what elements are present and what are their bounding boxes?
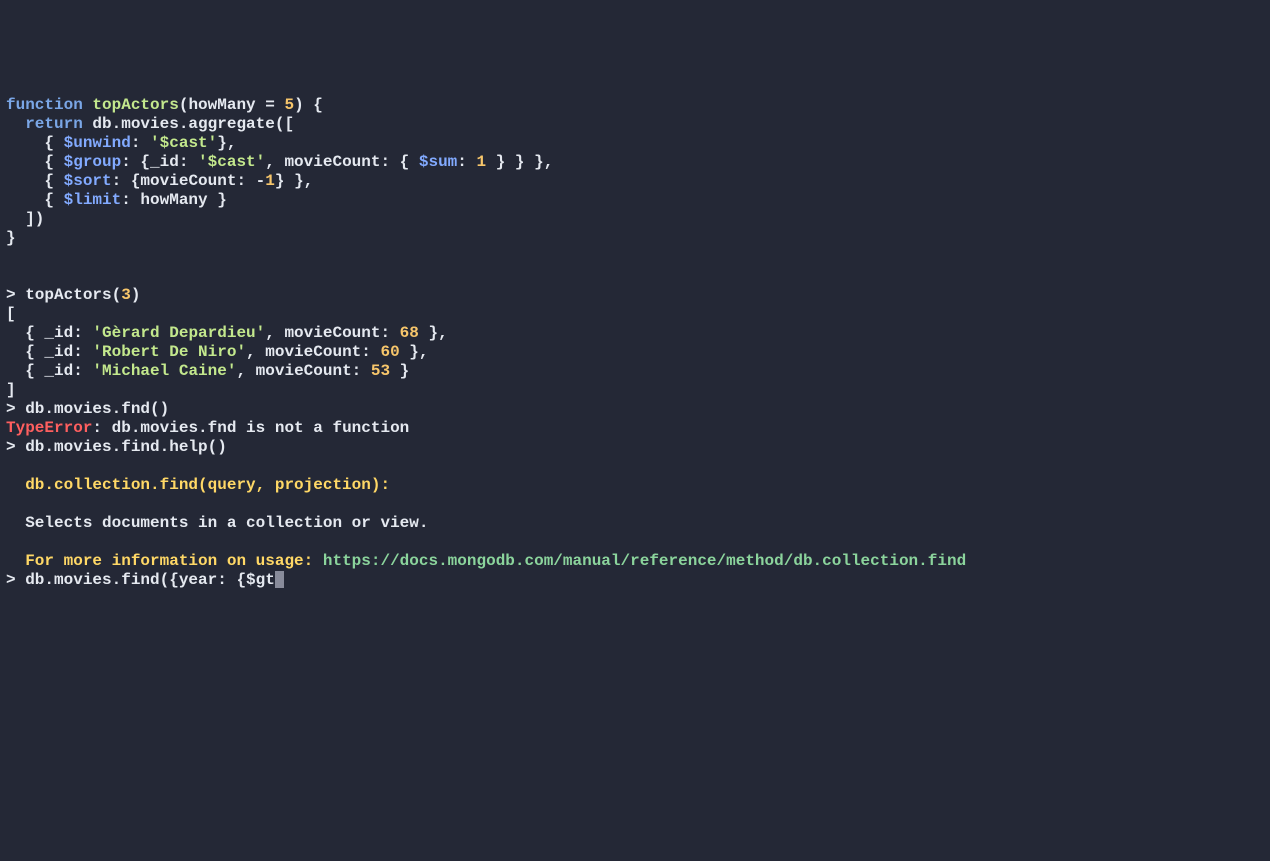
result-close: ] [6,381,16,399]
row-name: 'Michael Caine' [92,362,236,380]
error-rest: : db.movies.fnd is not a function [92,419,409,437]
call1-arg: 3 [121,286,131,304]
call2-text: db.movies.fnd() [25,400,169,418]
sort-mid: : {movieCount: - [112,172,266,190]
row-mid: , movieCount: [236,362,370,380]
row-mid: , movieCount: [265,324,399,342]
group-mid: : {_id: [121,153,198,171]
row-count: 68 [400,324,419,342]
group-num: 1 [476,153,486,171]
row-post: }, [400,343,429,361]
cursor-block [275,571,284,588]
row-count: 60 [380,343,399,361]
unwind-mid: : [131,134,150,152]
result-row: { _id: 'Gèrard Depardieu', movieCount: 6… [6,324,448,342]
param-default: 5 [284,96,294,114]
stage-sort: { $sort: {movieCount: -1} }, [6,172,313,190]
group-mid2: , movieCount: { [265,153,419,171]
row-mid: , movieCount: [246,343,380,361]
current-input-line[interactable]: > db.movies.find({year: {$gt [6,571,284,589]
unwind-str: '$cast' [150,134,217,152]
result-open: [ [6,305,16,323]
fn-def-line2: return db.movies.aggregate([ [6,115,294,133]
keyword-return: return [25,115,83,133]
keyword-function: function [6,96,83,114]
group-pre: { [6,153,64,171]
row-name: 'Robert De Niro' [92,343,246,361]
help-info-line: For more information on usage: https://d… [6,552,966,570]
limit-pre: { [6,191,64,209]
param-open: (howMany = [179,96,285,114]
group-op: $group [64,153,122,171]
fn-def-line1: function topActors(howMany = 5) { [6,96,323,114]
stage-group: { $group: {_id: '$cast', movieCount: { $… [6,153,553,171]
group-sum: $sum [419,153,457,171]
result-row: { _id: 'Michael Caine', movieCount: 53 } [6,362,409,380]
prompt-line-1: > topActors(3) [6,286,140,304]
limit-op: $limit [64,191,122,209]
stage-limit: { $limit: howMany } [6,191,227,209]
result-row: { _id: 'Robert De Niro', movieCount: 60 … [6,343,428,361]
row-name: 'Gèrard Depardieu' [92,324,265,342]
sort-num: 1 [265,172,275,190]
call1-pre: topActors( [25,286,121,304]
unwind-op: $unwind [64,134,131,152]
group-mid3: : [457,153,476,171]
sort-op: $sort [64,172,112,190]
function-name: topActors [92,96,178,114]
group-str: '$cast' [198,153,265,171]
terminal-output[interactable]: function topActors(howMany = 5) { return… [6,96,1264,590]
prompt-symbol: > [6,571,25,589]
help-heading: db.collection.find(query, projection): [6,476,390,494]
prompt-line-3: > db.movies.find.help() [6,438,227,456]
unwind-post: }, [217,134,236,152]
call3-text: db.movies.find.help() [25,438,227,456]
prompt-symbol: > [6,400,25,418]
param-close: ) { [294,96,323,114]
help-info-prefix: For more information on usage: [6,552,323,570]
close-array: ]) [6,210,44,228]
return-rest: db.movies.aggregate([ [83,115,294,133]
prompt-symbol: > [6,286,25,304]
help-url[interactable]: https://docs.mongodb.com/manual/referenc… [323,552,966,570]
row-pre: { _id: [6,362,92,380]
row-post: } [390,362,409,380]
call1-post: ) [131,286,141,304]
sort-post: } }, [275,172,313,190]
group-post: } } }, [486,153,553,171]
prompt-symbol: > [6,438,25,456]
limit-post: : howMany } [121,191,227,209]
help-desc: Selects documents in a collection or vie… [6,514,428,532]
prompt-line-2: > db.movies.fnd() [6,400,169,418]
sort-pre: { [6,172,64,190]
close-fn: } [6,229,16,247]
row-pre: { _id: [6,343,92,361]
error-line: TypeError: db.movies.fnd is not a functi… [6,419,409,437]
row-post: }, [419,324,448,342]
current-input-text[interactable]: db.movies.find({year: {$gt [25,571,275,589]
error-label: TypeError [6,419,92,437]
row-count: 53 [371,362,390,380]
stage-unwind: { $unwind: '$cast'}, [6,134,236,152]
row-pre: { _id: [6,324,92,342]
unwind-pre: { [6,134,64,152]
